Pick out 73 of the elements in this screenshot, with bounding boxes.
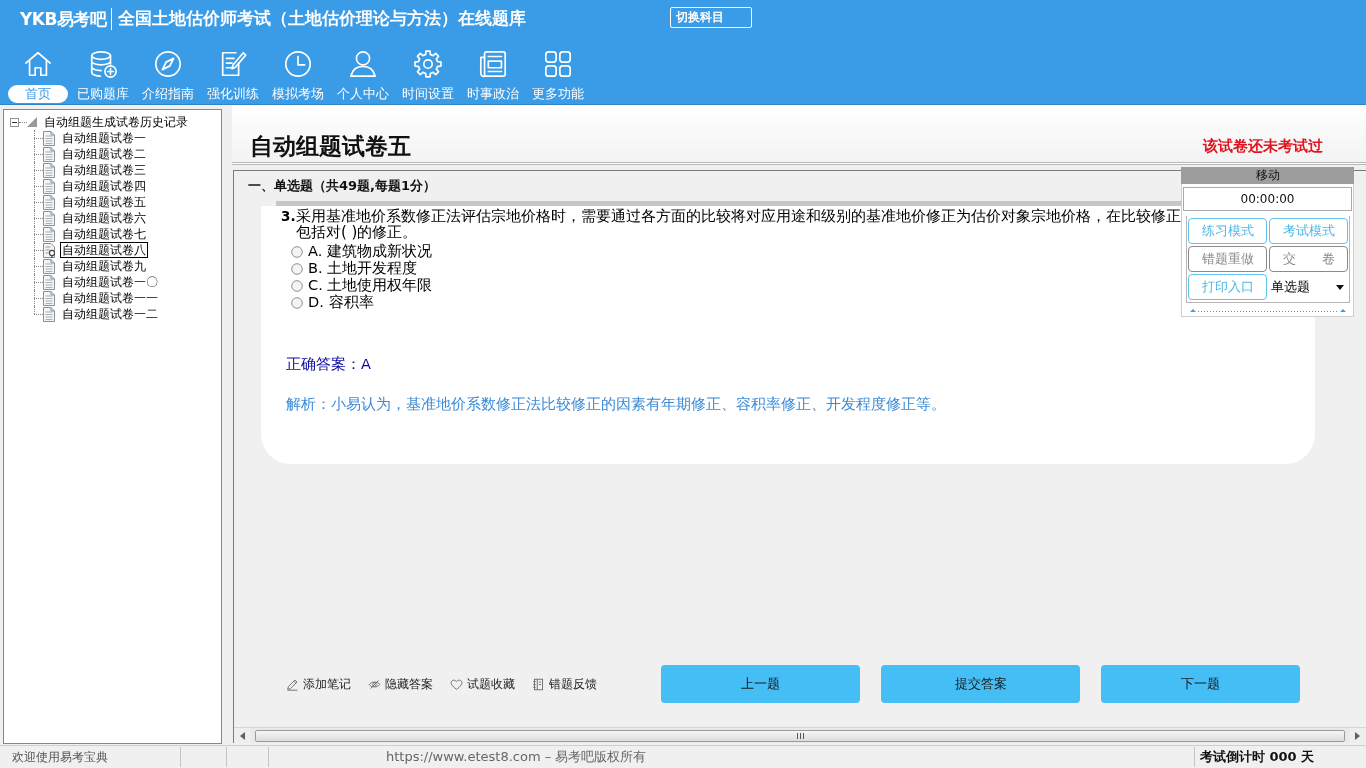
document-icon: [43, 162, 55, 178]
scroll-right-button[interactable]: [1349, 728, 1366, 743]
option-label[interactable]: D. 容积率: [308, 293, 374, 312]
copyright-text: https://www.etest8.com – 易考吧版权所有: [386, 749, 647, 764]
app-logo: YKB易考吧: [20, 7, 107, 31]
tree-item[interactable]: 自动组题试卷四: [60, 178, 148, 194]
timer-display: 00:00:00: [1183, 187, 1352, 211]
document-icon: [43, 210, 55, 226]
newspaper-icon[interactable]: [477, 49, 508, 79]
question-number: 3.: [281, 208, 296, 224]
hide-answer-button[interactable]: 隐藏答案: [368, 675, 433, 693]
left-arrow-icon: [240, 731, 245, 740]
option-label[interactable]: A. 建筑物成新状况: [308, 242, 432, 261]
document-icon: [43, 178, 55, 194]
tree-item[interactable]: 自动组题试卷七: [60, 226, 148, 242]
tree-item[interactable]: 自动组题试卷一: [60, 130, 148, 146]
document-icon: [43, 290, 55, 306]
grid-icon[interactable]: [542, 49, 573, 79]
radio-button[interactable]: [291, 262, 303, 275]
exam-countdown: 考试倒计时 000 天: [1200, 749, 1315, 764]
tree-item[interactable]: 自动组题试卷一一: [60, 290, 160, 306]
radio-button[interactable]: [291, 296, 303, 309]
tree-item[interactable]: 自动组题试卷三: [60, 162, 148, 178]
tree-item[interactable]: 自动组题试卷五: [60, 194, 148, 210]
radio-button[interactable]: [291, 279, 303, 292]
question-text: 采用基准地价系数修正法评估宗地价格时，需要通过各方面的比较将对应用途和级别的基准地价修正为估价对象宗地价格，在比较修正包括对( )的修正。: [296, 208, 1182, 240]
heart-icon: [450, 677, 463, 691]
user-icon[interactable]: [347, 49, 378, 79]
tree-item[interactable]: 自动组题试卷一〇: [60, 274, 160, 290]
paper-status: 该试卷还未考试过: [1203, 137, 1323, 156]
tree-item[interactable]: 自动组题试卷一二: [60, 306, 160, 322]
app-title: 全国土地估价师考试（土地估价理论与方法）在线题库: [118, 8, 527, 30]
next-button[interactable]: 下一题: [1101, 665, 1300, 703]
answer-explanation: 解析：小易认为，基准地价系数修正法比较修正的因素有年期修正、容积率修正、开发程度修正等。: [286, 396, 946, 412]
panel-title-bar[interactable]: 移动: [1181, 167, 1354, 184]
option-label[interactable]: C. 土地使用权年限: [308, 276, 433, 295]
tree-root-label[interactable]: 自动组题生成试卷历史记录: [42, 114, 190, 130]
caret-down-icon: [1336, 284, 1344, 290]
add-note-button[interactable]: 添加笔记: [286, 675, 351, 693]
document-icon: [43, 258, 55, 274]
tree-item[interactable]: 自动组题试卷九: [60, 258, 148, 274]
gear-icon[interactable]: [412, 49, 443, 79]
home-icon[interactable]: [22, 49, 53, 79]
scroll-left-button[interactable]: [234, 728, 251, 743]
previous-button[interactable]: 上一题: [661, 665, 860, 703]
favorite-button[interactable]: 试题收藏: [450, 675, 515, 693]
triangle-icon: [27, 117, 37, 127]
splitter-handle[interactable]: [1189, 308, 1346, 313]
welcome-text: 欢迎使用易考宝典: [11, 748, 109, 766]
tree-item[interactable]: 自动组题试卷二: [60, 146, 148, 162]
section-heading: 一、单选题（共49题,每题1分）: [248, 178, 437, 194]
minus-box-icon[interactable]: [10, 117, 19, 127]
pencil-icon: [286, 677, 299, 691]
document-icon: [43, 146, 55, 162]
document-icon: [43, 194, 55, 210]
tree-item[interactable]: 自动组题试卷八: [60, 242, 148, 258]
notebook-icon: [532, 677, 545, 691]
eye-slash-icon: [368, 677, 381, 691]
paper-title: 自动组题试卷五: [250, 132, 411, 161]
option-label[interactable]: B. 土地开发程度: [308, 259, 418, 278]
document-icon: [43, 274, 55, 290]
correct-answer: 正确答案：A: [286, 356, 371, 372]
tree-item[interactable]: 自动组题试卷六: [60, 210, 148, 226]
radio-button[interactable]: [291, 245, 303, 258]
scrollbar-thumb[interactable]: [255, 729, 1345, 742]
document-icon: [43, 226, 55, 242]
right-arrow-icon: [1355, 731, 1360, 740]
report-error-button[interactable]: 错题反馈: [532, 675, 597, 693]
document-icon: [43, 306, 55, 322]
clock-icon[interactable]: [282, 49, 313, 79]
submit-answer-button[interactable]: 提交答案: [881, 665, 1080, 703]
compass-icon[interactable]: [152, 49, 183, 79]
document-icon: [43, 130, 55, 146]
